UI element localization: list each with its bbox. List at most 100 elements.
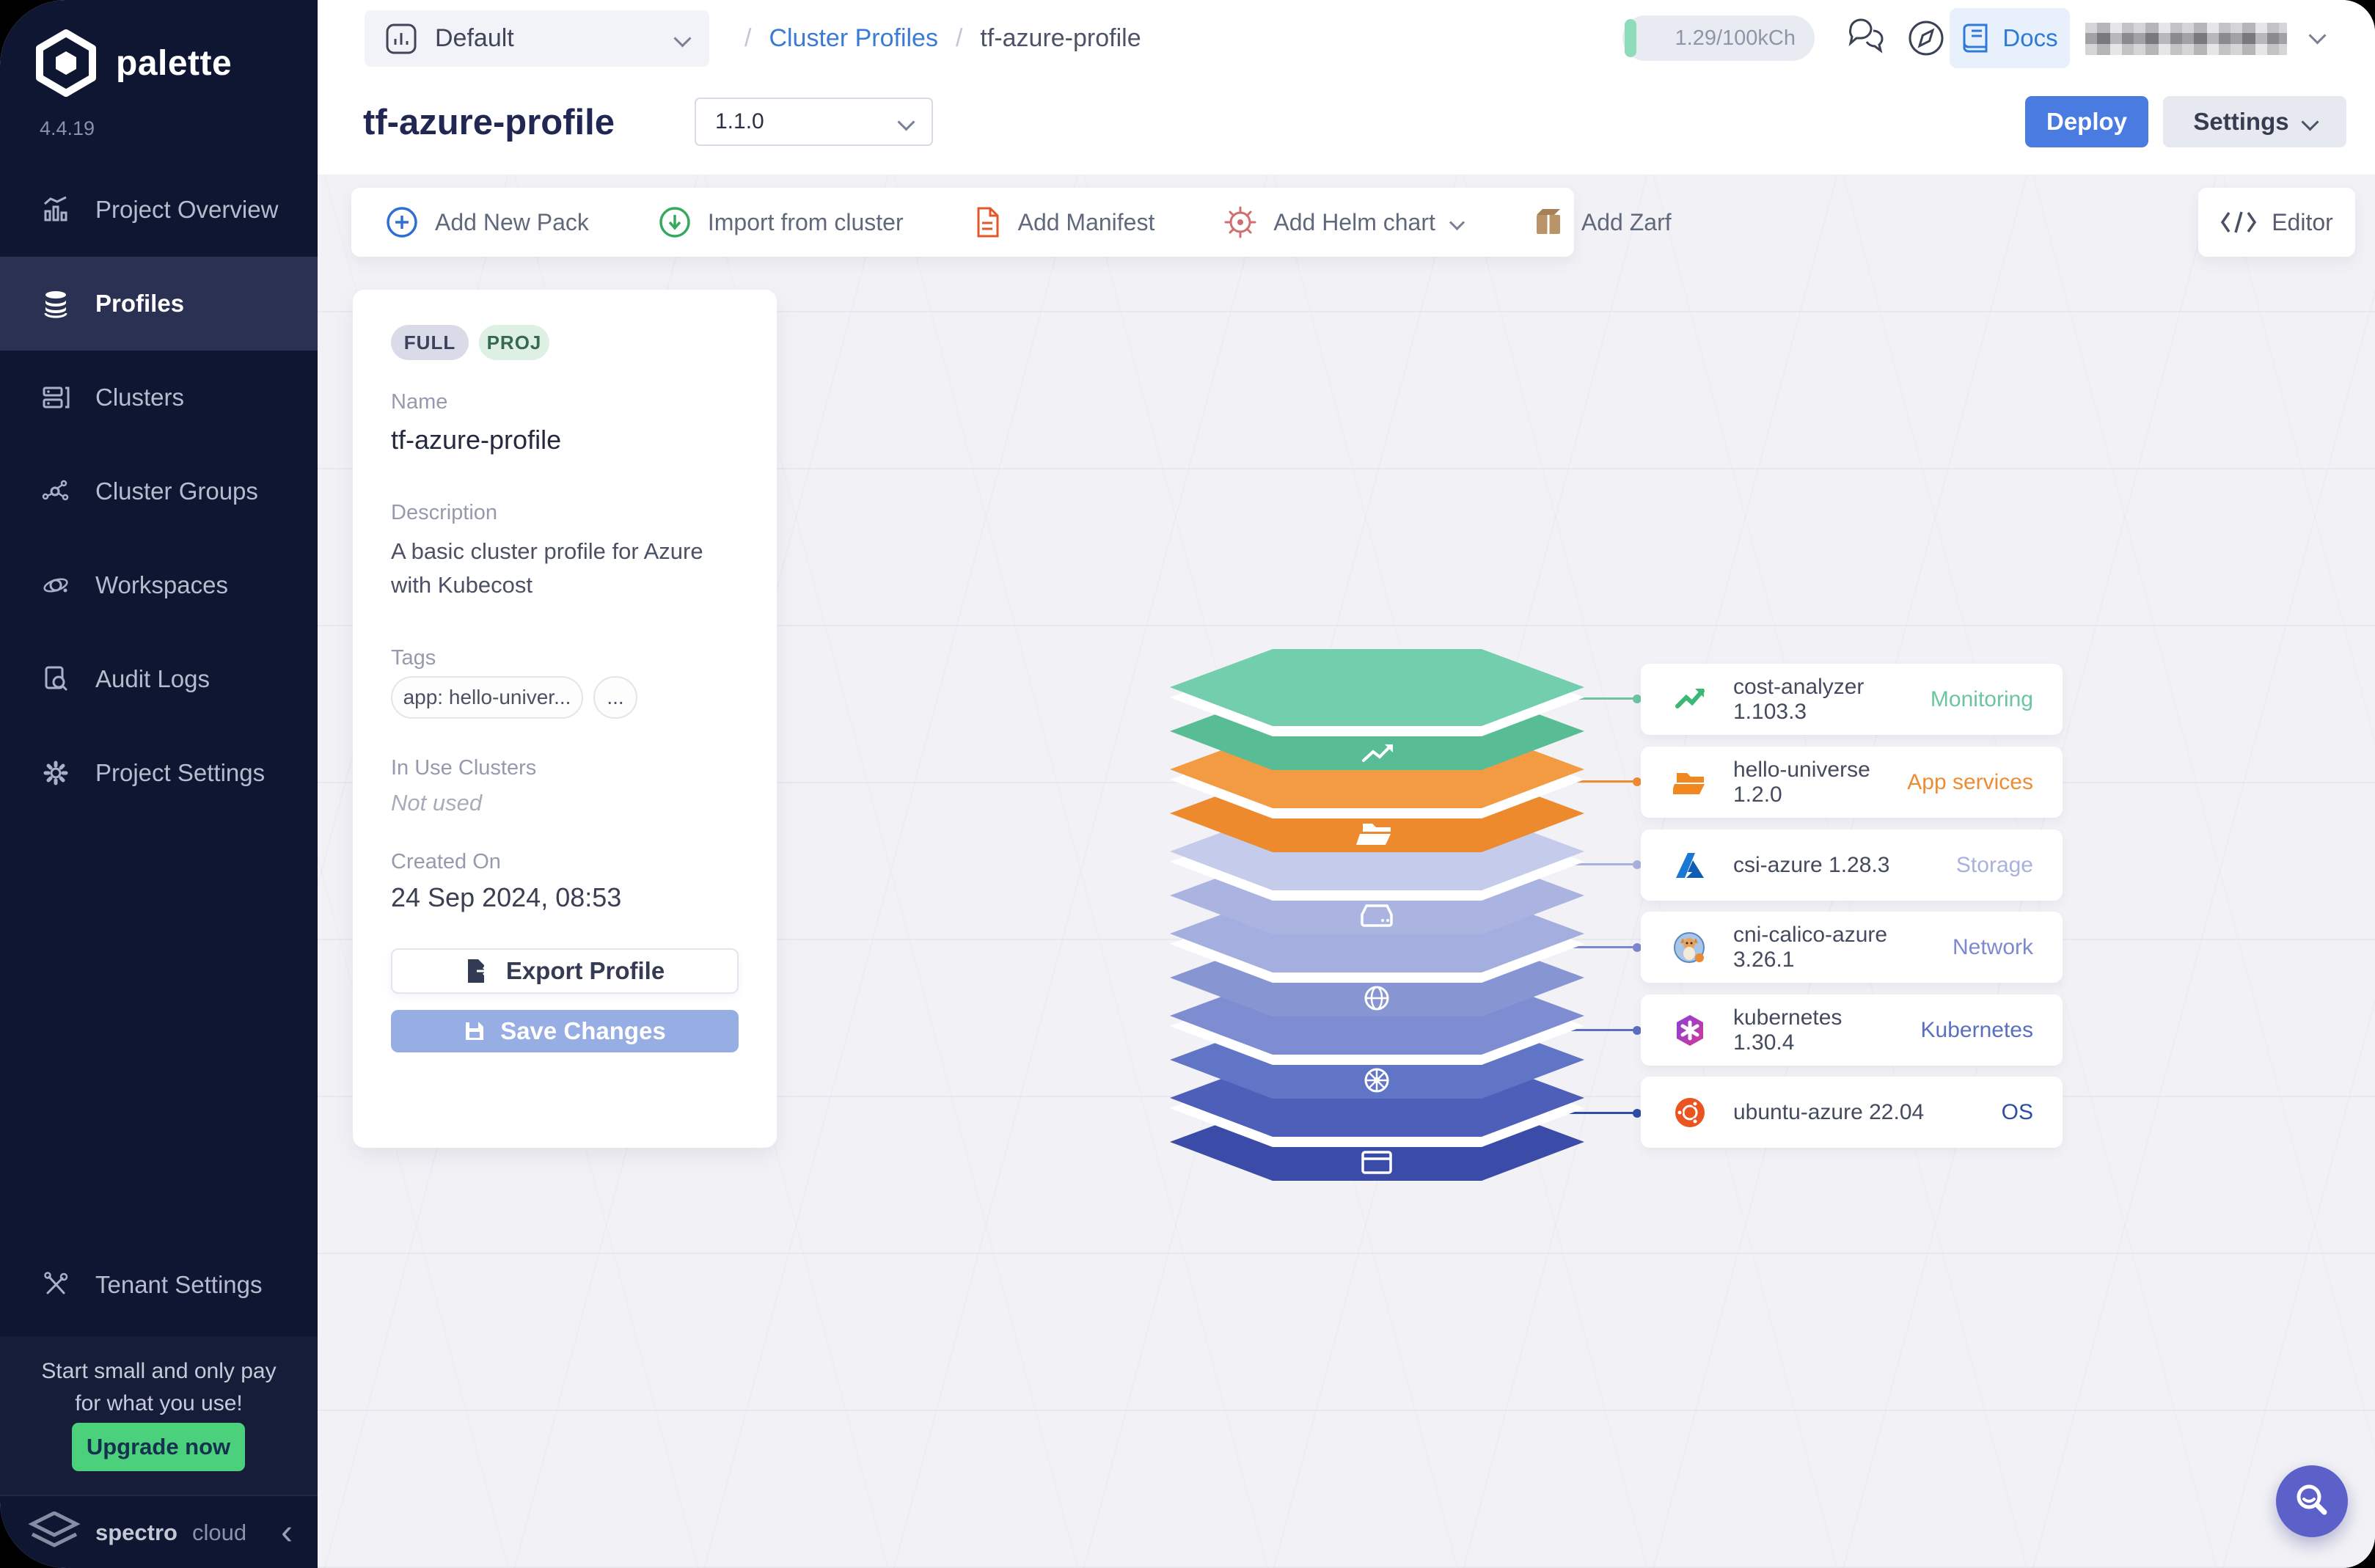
export-profile-button[interactable]: Export Profile	[391, 948, 739, 994]
user-menu-chevron-icon[interactable]	[2308, 26, 2326, 44]
sidebar-item-workspaces[interactable]: Workspaces	[0, 538, 318, 632]
app-version: 4.4.19	[40, 117, 95, 140]
pack-name: cost-analyzer 1.103.3	[1733, 675, 1904, 725]
toolbar-item-label: Add Helm chart	[1273, 209, 1435, 236]
sidebar-item-project-overview[interactable]: Project Overview	[0, 163, 318, 257]
save-changes-label: Save Changes	[500, 1017, 666, 1045]
magnifier-smile-icon	[2293, 1482, 2331, 1520]
sidebar-item-profiles[interactable]: Profiles	[0, 257, 318, 351]
pack-category: Storage	[1956, 853, 2033, 878]
pack-row-csi-azure[interactable]: csi-azure 1.28.3 Storage	[1641, 829, 2063, 901]
usage-progress-bar	[1625, 19, 1636, 57]
plus-circle-icon	[385, 205, 419, 239]
profile-version-dropdown[interactable]: 1.1.0	[695, 98, 933, 146]
import-from-cluster-button[interactable]: Import from cluster	[658, 205, 904, 239]
footer-brand-primary: spectro	[95, 1520, 178, 1546]
sidebar-item-label: Profiles	[95, 290, 184, 318]
toolbar-item-label: Import from cluster	[708, 209, 904, 236]
pack-row-kubernetes[interactable]: kubernetes 1.30.4 Kubernetes	[1641, 994, 2063, 1066]
deploy-button[interactable]: Deploy	[2025, 96, 2148, 147]
sidebar-item-audit-logs[interactable]: Audit Logs	[0, 632, 318, 726]
scope-badge-full: FULL	[391, 325, 469, 360]
export-file-icon	[465, 958, 490, 984]
editor-toggle-button[interactable]: Editor	[2198, 188, 2355, 257]
topbar: Default / Cluster Profiles / tf-azure-pr…	[318, 0, 2375, 78]
pack-name: kubernetes 1.30.4	[1733, 1005, 1895, 1055]
pack-category: Network	[1953, 935, 2033, 960]
zoom-fit-button[interactable]	[2276, 1465, 2348, 1537]
sidebar-item-label: Tenant Settings	[95, 1271, 263, 1299]
toolbar-item-label: Add New Pack	[435, 209, 589, 236]
sidebar-item-tenant-settings[interactable]: Tenant Settings	[0, 1238, 318, 1332]
project-selector-value: Default	[435, 24, 659, 53]
project-icon	[385, 23, 417, 55]
upgrade-now-button[interactable]: Upgrade now	[72, 1423, 245, 1471]
usage-value: 1.29/100kCh	[1675, 15, 1796, 61]
tag-pill[interactable]: app: hello-univer...	[391, 676, 583, 719]
pack-row-ubuntu-azure[interactable]: ubuntu-azure 22.04 OS	[1641, 1077, 2063, 1148]
toolbar-item-label: Add Manifest	[1018, 209, 1155, 236]
user-account-redacted[interactable]	[2085, 23, 2287, 55]
add-manifest-button[interactable]: Add Manifest	[973, 205, 1155, 239]
app-window: palette 4.4.19 Project Overview	[0, 0, 2375, 1568]
editor-label: Editor	[2272, 209, 2333, 236]
add-zarf-button[interactable]: Add Zarf	[1532, 206, 1672, 238]
profile-name-value: tf-azure-profile	[391, 425, 561, 455]
usage-meter: 1.29/100kCh	[1622, 15, 1815, 61]
code-icon	[2220, 210, 2257, 235]
breadcrumb: / Cluster Profiles / tf-azure-profile	[744, 0, 1141, 77]
sidebar-item-label: Clusters	[95, 384, 184, 411]
project-selector-dropdown[interactable]: Default	[365, 10, 709, 67]
tag-overflow-pill[interactable]: ...	[593, 676, 637, 719]
kubernetes-wheel-icon	[1366, 1069, 1388, 1091]
sidebar-item-cluster-groups[interactable]: Cluster Groups	[0, 444, 318, 538]
settings-button[interactable]: Settings	[2163, 96, 2346, 147]
sidebar-collapse-chevron[interactable]: ‹	[281, 1496, 293, 1568]
pack-name: ubuntu-azure 22.04	[1733, 1100, 1975, 1125]
chat-bubbles-icon	[1847, 16, 1891, 59]
pack-row-cost-analyzer[interactable]: cost-analyzer 1.103.3 Monitoring	[1641, 664, 2063, 735]
tags-label: Tags	[391, 646, 436, 670]
breadcrumb-separator: /	[744, 24, 751, 53]
sidebar-nav: Project Overview Profiles Cluste	[0, 163, 318, 820]
sidebar-item-label: Project Overview	[95, 196, 278, 224]
profile-detail-card: FULL PROJ Name tf-azure-profile Descript…	[353, 290, 777, 1148]
pack-row-hello-universe[interactable]: hello-universe 1.2.0 App services	[1641, 747, 2063, 818]
export-profile-label: Export Profile	[506, 957, 665, 985]
created-on-label: Created On	[391, 850, 501, 874]
profile-layer-stack	[1170, 649, 1584, 1184]
book-icon	[1961, 22, 1991, 54]
page-title: tf-azure-profile	[363, 102, 615, 143]
spectro-cloud-logo	[28, 1512, 81, 1554]
add-new-pack-button[interactable]: Add New Pack	[385, 205, 589, 239]
pack-row-cni-calico-azure[interactable]: cni-calico-azure 3.26.1 Network	[1641, 912, 2063, 983]
server-icon	[41, 383, 70, 412]
audit-log-icon	[41, 664, 70, 694]
breadcrumb-separator: /	[956, 24, 962, 53]
sidebar-item-clusters[interactable]: Clusters	[0, 351, 318, 444]
breadcrumb-current: tf-azure-profile	[980, 24, 1141, 53]
toolbar-item-label: Add Zarf	[1581, 209, 1672, 236]
stack-layer-monitoring[interactable]	[1170, 649, 1584, 770]
zarf-package-icon	[1532, 206, 1565, 238]
profile-header: tf-azure-profile 1.1.0 Deploy Settings	[318, 77, 2375, 175]
sidebar-item-label: Cluster Groups	[95, 477, 258, 505]
in-use-clusters-value: Not used	[391, 790, 482, 816]
kubernetes-hex-icon	[1673, 1014, 1707, 1047]
chat-button[interactable]	[1847, 16, 1891, 62]
name-label: Name	[391, 390, 447, 414]
chevron-down-icon	[2301, 113, 2319, 131]
docs-button[interactable]: Docs	[1950, 8, 2070, 68]
description-label: Description	[391, 501, 497, 525]
add-helm-chart-button[interactable]: Add Helm chart	[1223, 205, 1463, 239]
breadcrumb-link-cluster-profiles[interactable]: Cluster Profiles	[769, 24, 938, 53]
settings-label: Settings	[2193, 108, 2288, 136]
profile-version-value: 1.1.0	[715, 109, 900, 134]
ubuntu-icon	[1673, 1096, 1707, 1129]
pack-category: OS	[2002, 1100, 2033, 1125]
save-changes-button[interactable]: Save Changes	[391, 1010, 739, 1052]
compass-icon	[1904, 16, 1948, 60]
explore-button[interactable]	[1904, 16, 1948, 64]
azure-icon	[1673, 849, 1707, 882]
sidebar-item-project-settings[interactable]: Project Settings	[0, 726, 318, 820]
